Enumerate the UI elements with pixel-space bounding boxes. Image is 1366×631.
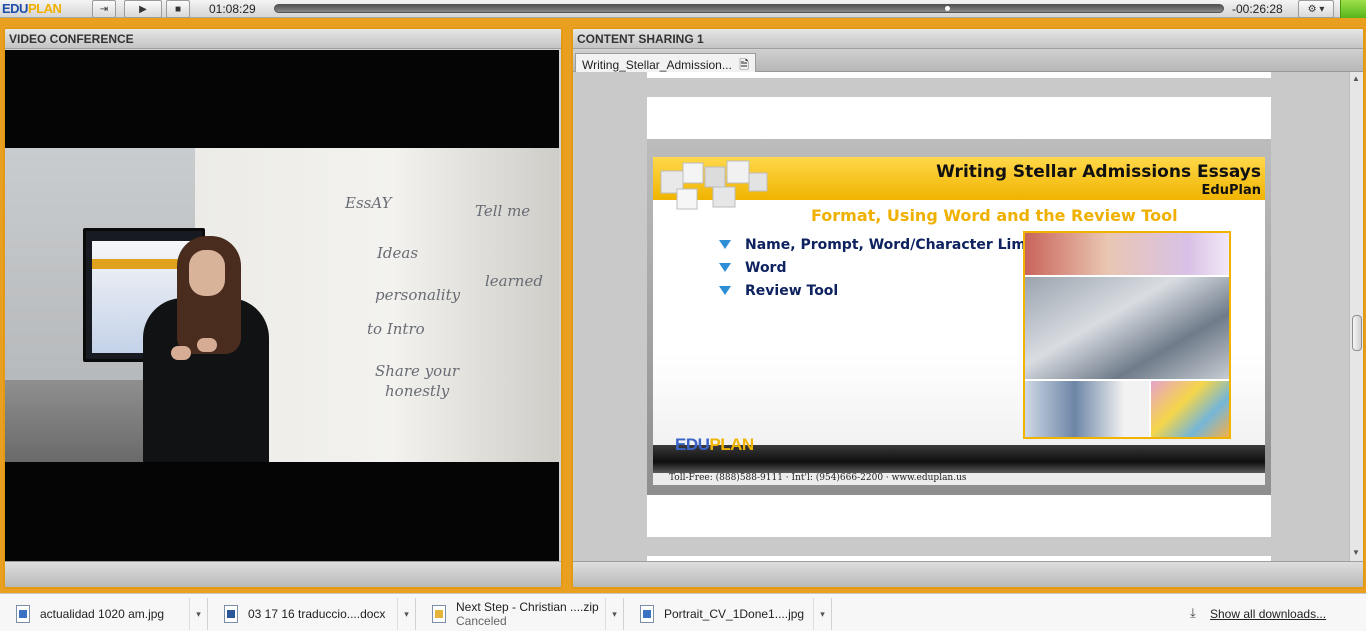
- slide-content: Writing Stellar Admissions Essays EduPla…: [653, 157, 1265, 485]
- whiteboard-writing: EssAY: [345, 194, 392, 212]
- gear-icon: ⚙ ▾: [1307, 3, 1325, 15]
- slide-eduplan-logo: EDUPLAN: [675, 435, 754, 454]
- content-sharing-panel: CONTENT SHARING 1 Writing_Stellar_Admiss…: [571, 27, 1365, 589]
- play-icon: ▶: [139, 3, 147, 15]
- whiteboard-writing: to Intro: [367, 320, 425, 338]
- vertical-scrollbar[interactable]: ▲ ▼: [1349, 72, 1363, 562]
- chevron-down-icon[interactable]: ▾: [605, 598, 623, 630]
- status-indicator: [1340, 0, 1366, 18]
- show-all-downloads-link[interactable]: Show all downloads...: [1210, 607, 1326, 621]
- scroll-up-icon[interactable]: ▲: [1352, 74, 1360, 83]
- download-item[interactable]: Next Step - Christian ....zip Canceled ▾: [420, 598, 624, 630]
- seek-handle[interactable]: [945, 6, 950, 11]
- panel-footer: [573, 561, 1363, 587]
- remaining-time: -00:26:28: [1232, 2, 1283, 16]
- word-document-icon: [224, 605, 238, 623]
- seek-bar[interactable]: [274, 4, 1224, 13]
- scroll-down-icon[interactable]: ▼: [1352, 548, 1360, 557]
- bullet-triangle-icon: [719, 240, 731, 249]
- whiteboard-writing: personality: [375, 286, 461, 304]
- whiteboard-writing: Share your: [375, 362, 460, 380]
- eduplan-logo: EDUPLAN: [2, 1, 62, 16]
- document-icon: 🗎: [739, 58, 749, 72]
- document-tab-label: Writing_Stellar_Admission...: [582, 58, 732, 72]
- panel-title: VIDEO CONFERENCE: [5, 29, 561, 49]
- students-photo: [1025, 381, 1149, 437]
- presenter-hand: [171, 346, 191, 360]
- player-toolbar: EDUPLAN ⇥ ▶ ■ 01:08:29 -00:26:28 ⚙ ▾: [0, 0, 1366, 18]
- download-item[interactable]: actualidad 1020 am.jpg ▾: [4, 598, 208, 630]
- presenter-face: [189, 250, 225, 296]
- document-viewer[interactable]: Writing Stellar Admissions Essays EduPla…: [573, 72, 1349, 562]
- exit-button[interactable]: ⇥: [92, 0, 116, 18]
- students-photo: [1025, 233, 1229, 275]
- panel-footer: [5, 561, 561, 587]
- download-arrow-icon: ⤓: [1190, 605, 1196, 620]
- puzzle-graphic: [660, 160, 768, 210]
- video-conference-panel: VIDEO CONFERENCE EssAY Ideas personality…: [3, 27, 563, 589]
- whiteboard-writing: Tell me: [475, 202, 531, 220]
- bullet-list: Name, Prompt, Word/Character Limit Word …: [719, 235, 1037, 304]
- video-frame: EssAY Ideas personality to Intro Share y…: [5, 148, 559, 462]
- document-page: Writing Stellar Admissions Essays EduPla…: [647, 97, 1271, 537]
- zip-file-icon: [432, 605, 446, 623]
- slide: Writing Stellar Admissions Essays EduPla…: [647, 139, 1271, 495]
- whiteboard-writing: honestly: [385, 382, 450, 400]
- stop-icon: ■: [174, 3, 182, 15]
- chevron-down-icon[interactable]: ▾: [397, 598, 415, 630]
- downloads-bar: actualidad 1020 am.jpg ▾ 03 17 16 traduc…: [0, 593, 1366, 631]
- document-tab[interactable]: Writing_Stellar_Admission... 🗎: [575, 53, 756, 72]
- exit-icon: ⇥: [99, 3, 109, 15]
- image-file-icon: [16, 605, 30, 623]
- play-button[interactable]: ▶: [124, 0, 162, 18]
- whiteboard-writing: learned: [485, 272, 543, 290]
- supplies-photo: [1151, 381, 1229, 437]
- stop-button[interactable]: ■: [166, 0, 190, 18]
- document-tabstrip: Writing_Stellar_Admission... 🗎: [573, 50, 1363, 72]
- image-file-icon: [640, 605, 654, 623]
- bullet-triangle-icon: [719, 263, 731, 272]
- slide-contact-info: Toll-Free: (888)588-9111 · Int'l: (954)6…: [669, 473, 967, 483]
- whiteboard-writing: Ideas: [377, 244, 419, 262]
- scrollbar-thumb[interactable]: [1352, 315, 1362, 351]
- bullet-item: Review Tool: [719, 281, 1037, 300]
- photo-collage: [1023, 231, 1231, 439]
- chevron-down-icon[interactable]: ▾: [189, 598, 207, 630]
- settings-button[interactable]: ⚙ ▾: [1298, 0, 1334, 18]
- slide-subtitle: Format, Using Word and the Review Tool: [811, 206, 1178, 225]
- students-photo: [1025, 277, 1229, 379]
- slide-brand: EduPlan: [1201, 183, 1261, 198]
- bullet-triangle-icon: [719, 286, 731, 295]
- presenter-hand: [197, 338, 217, 352]
- slide-title: Writing Stellar Admissions Essays: [936, 162, 1261, 182]
- download-item[interactable]: 03 17 16 traduccio....docx ▾: [212, 598, 416, 630]
- bullet-item: Name, Prompt, Word/Character Limit: [719, 235, 1037, 254]
- video-stream[interactable]: EssAY Ideas personality to Intro Share y…: [5, 50, 559, 562]
- elapsed-time: 01:08:29: [209, 2, 256, 16]
- download-item[interactable]: Portrait_CV_1Done1....jpg ▾: [628, 598, 832, 630]
- panel-title: CONTENT SHARING 1: [573, 29, 1363, 49]
- page-edge: [647, 72, 1271, 78]
- chevron-down-icon[interactable]: ▾: [813, 598, 831, 630]
- bullet-item: Word: [719, 258, 1037, 277]
